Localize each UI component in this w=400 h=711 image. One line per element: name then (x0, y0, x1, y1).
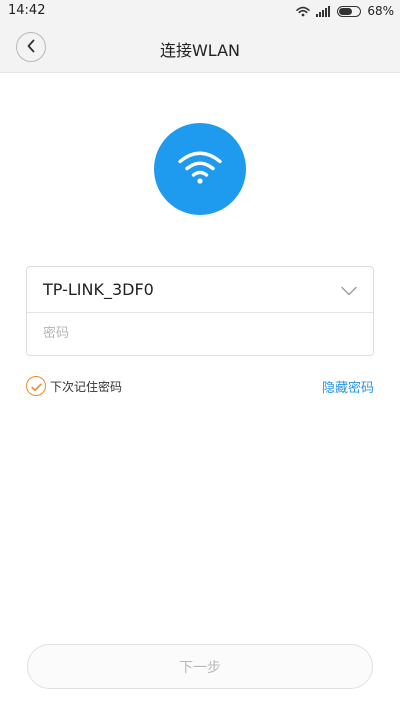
chevron-down-icon (341, 281, 357, 300)
wifi-status-icon (296, 6, 311, 17)
network-name: TP-LINK_3DF0 (43, 280, 154, 299)
next-button[interactable]: 下一步 (27, 644, 373, 689)
remember-password-label: 下次记住密码 (50, 379, 123, 394)
hide-password-link[interactable]: 隐藏密码 (322, 377, 374, 396)
password-input[interactable] (27, 312, 373, 355)
wifi-form: TP-LINK_3DF0 (26, 266, 374, 356)
checkmark-icon (30, 377, 42, 396)
signal-icon (316, 5, 331, 17)
remember-password-checkbox[interactable]: 下次记住密码 (26, 376, 122, 396)
header: 连接WLAN (0, 22, 400, 73)
network-select[interactable]: TP-LINK_3DF0 (27, 267, 373, 313)
battery-icon (337, 5, 362, 17)
battery-percent: 68% (367, 4, 394, 18)
page-title: 连接WLAN (159, 41, 241, 60)
battery-fill (339, 7, 353, 15)
wifi-icon (177, 149, 223, 189)
status-icons: 68% (296, 3, 394, 19)
check-circle (26, 376, 46, 396)
status-bar: 14:42 68% (0, 0, 400, 22)
status-time: 14:42 (8, 3, 46, 18)
wifi-hero (154, 123, 246, 215)
